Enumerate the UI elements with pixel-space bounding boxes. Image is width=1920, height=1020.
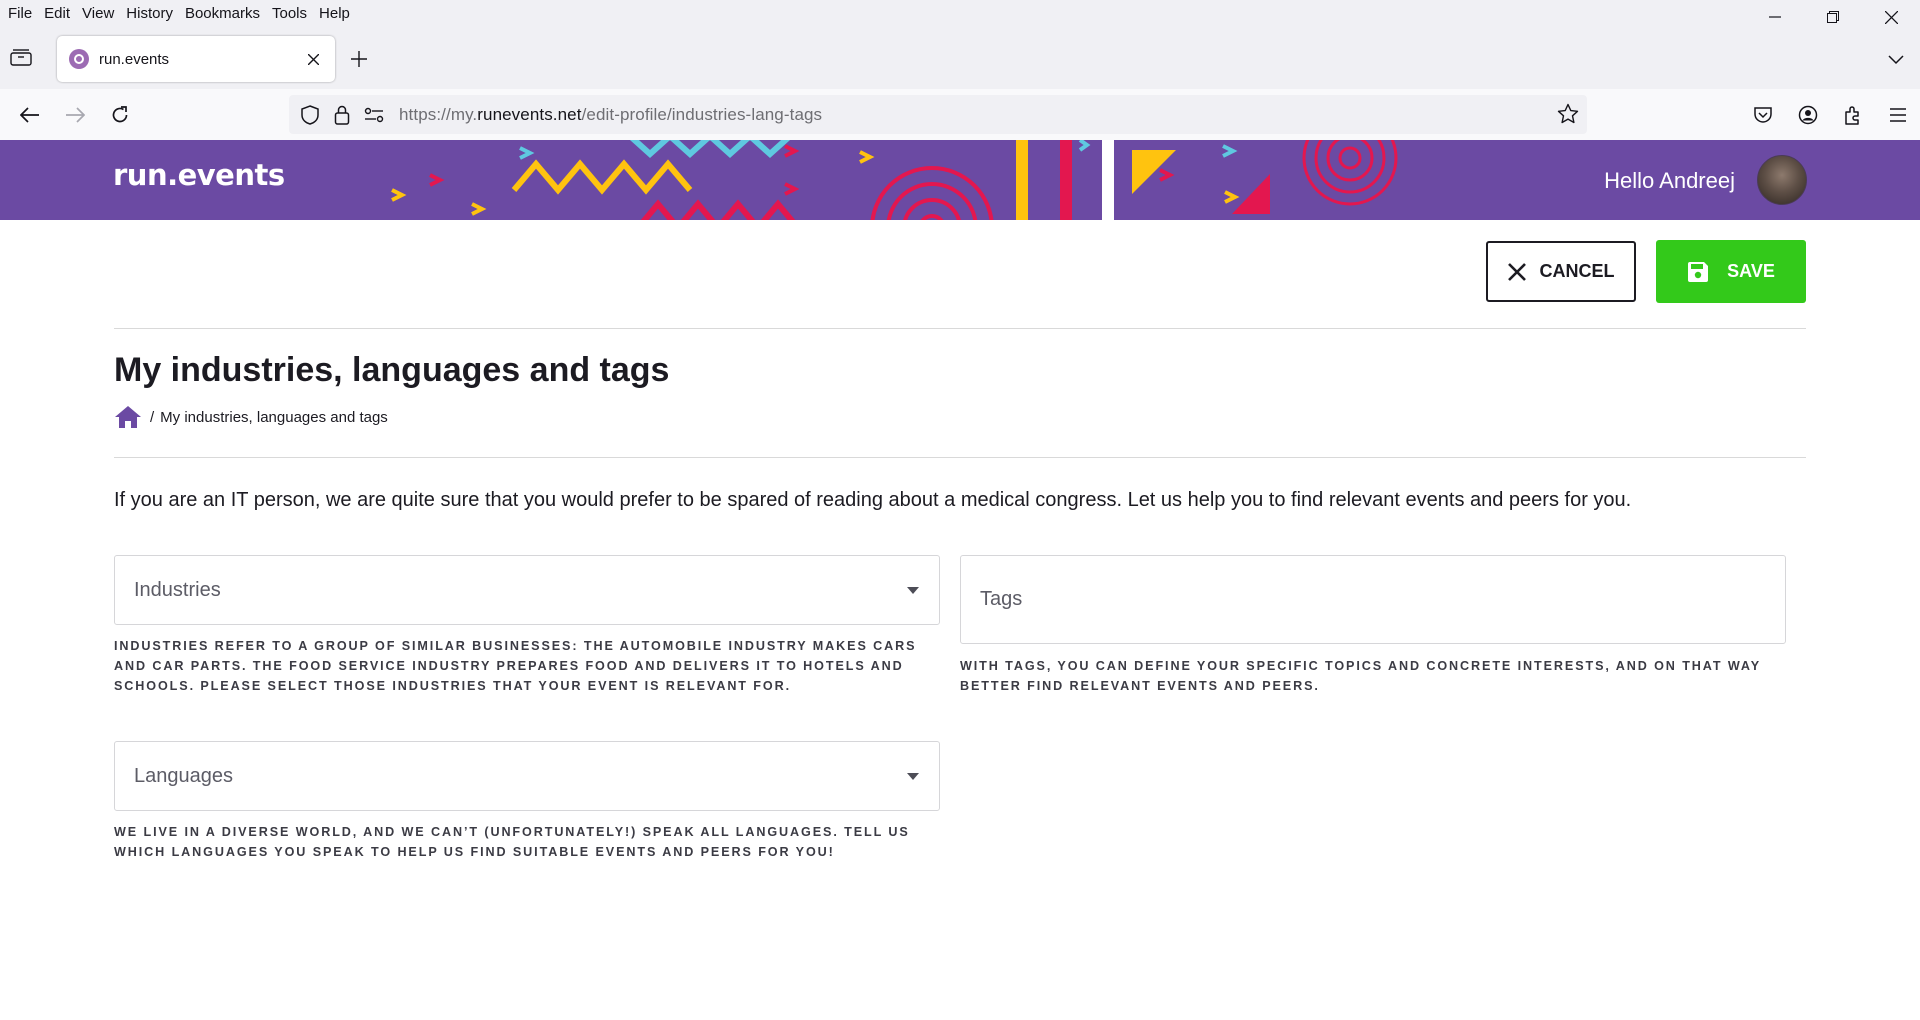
site-header: run.events Hello Andreej <box>0 140 1920 220</box>
menu-view[interactable]: View <box>76 5 120 22</box>
nav-bar: https://my.runevents.net/edit-profile/in… <box>0 89 1920 140</box>
extensions-button[interactable] <box>1830 101 1875 129</box>
shield-icon[interactable] <box>299 104 321 126</box>
menu-bookmarks[interactable]: Bookmarks <box>179 5 266 22</box>
url-prefix: https://my. <box>399 104 478 124</box>
home-icon[interactable] <box>114 404 142 430</box>
pocket-button[interactable] <box>1740 101 1785 129</box>
toolbar-icons <box>1740 101 1920 129</box>
industries-label: Industries <box>134 578 221 601</box>
permissions-icon[interactable] <box>363 104 385 126</box>
floppy-disk-icon <box>1688 261 1709 282</box>
user-greeting[interactable]: Hello Andreej <box>1604 168 1735 194</box>
menu-history[interactable]: History <box>120 5 179 22</box>
tab-title: run.events <box>99 50 170 68</box>
restore-icon <box>1827 11 1839 23</box>
breadcrumb-current: My industries, languages and tags <box>160 408 388 426</box>
site-favicon-icon <box>69 49 89 69</box>
industries-select[interactable]: Industries <box>114 555 940 625</box>
menu-file[interactable]: File <box>0 5 38 22</box>
caret-down-icon <box>907 773 919 780</box>
tab-list-icon <box>10 49 32 66</box>
pocket-icon <box>1753 107 1772 123</box>
url-text[interactable]: https://my.runevents.net/edit-profile/in… <box>399 105 822 125</box>
languages-select[interactable]: Languages <box>114 741 940 811</box>
save-label: SAVE <box>1727 261 1775 281</box>
bookmark-star-button[interactable] <box>1557 103 1579 125</box>
arrow-left-icon <box>20 107 39 123</box>
star-icon <box>1557 103 1579 124</box>
reload-icon <box>112 106 128 123</box>
breadcrumb: / My industries, languages and tags <box>114 404 388 430</box>
tab-bar: run.events <box>0 26 1920 89</box>
tab-list-button[interactable] <box>10 48 38 70</box>
site-logo[interactable]: run.events <box>113 158 285 192</box>
avatar[interactable] <box>1757 155 1807 205</box>
close-icon <box>1507 262 1526 281</box>
cancel-button[interactable]: CANCEL <box>1486 241 1636 302</box>
industries-hint: Industries refer to a group of similar b… <box>114 639 917 693</box>
menu-bar: File Edit View History Bookmarks Tools H… <box>0 0 1920 26</box>
reload-button[interactable] <box>106 101 134 129</box>
app-menu-button[interactable] <box>1875 101 1920 129</box>
save-button[interactable]: SAVE <box>1656 240 1806 303</box>
url-path: /edit-profile/industries-lang-tags <box>581 104 823 124</box>
menu-edit[interactable]: Edit <box>38 5 76 22</box>
menu-help[interactable]: Help <box>313 5 356 22</box>
hamburger-menu-icon <box>1889 108 1906 122</box>
tags-hint: With tags, you can define your specific … <box>960 659 1761 693</box>
menu-tools[interactable]: Tools <box>266 5 313 22</box>
minimize-icon <box>1769 16 1781 18</box>
tags-label: Tags <box>980 588 1023 610</box>
list-all-tabs-button[interactable] <box>1888 52 1908 66</box>
puzzle-icon <box>1844 106 1859 125</box>
caret-down-icon <box>907 587 919 594</box>
close-icon <box>1884 10 1898 24</box>
back-button[interactable] <box>16 101 44 129</box>
languages-hint: We live in a diverse world, and we can’t… <box>114 825 910 859</box>
tags-input[interactable]: Tags <box>960 555 1786 644</box>
account-button[interactable] <box>1785 101 1830 129</box>
forward-button[interactable] <box>61 101 89 129</box>
url-bar[interactable]: https://my.runevents.net/edit-profile/in… <box>289 95 1587 134</box>
account-icon <box>1798 105 1817 125</box>
tab-close-button[interactable] <box>303 49 323 69</box>
arrow-right-icon <box>66 107 85 123</box>
chevron-down-icon <box>1888 55 1904 65</box>
divider <box>114 457 1806 458</box>
intro-text: If you are an IT person, we are quite su… <box>114 489 1632 511</box>
new-tab-button[interactable] <box>350 50 372 72</box>
plus-icon <box>351 51 367 67</box>
tab-run-events[interactable]: run.events <box>57 36 335 82</box>
url-domain: runevents.net <box>477 104 582 124</box>
divider <box>114 328 1806 329</box>
languages-label: Languages <box>134 764 233 787</box>
page-title: My industries, languages and tags <box>114 351 670 389</box>
decorative-pattern <box>391 140 1398 220</box>
lock-icon[interactable] <box>331 104 353 126</box>
cancel-label: CANCEL <box>1539 261 1615 281</box>
breadcrumb-separator: / <box>150 408 155 426</box>
close-icon <box>307 53 319 65</box>
